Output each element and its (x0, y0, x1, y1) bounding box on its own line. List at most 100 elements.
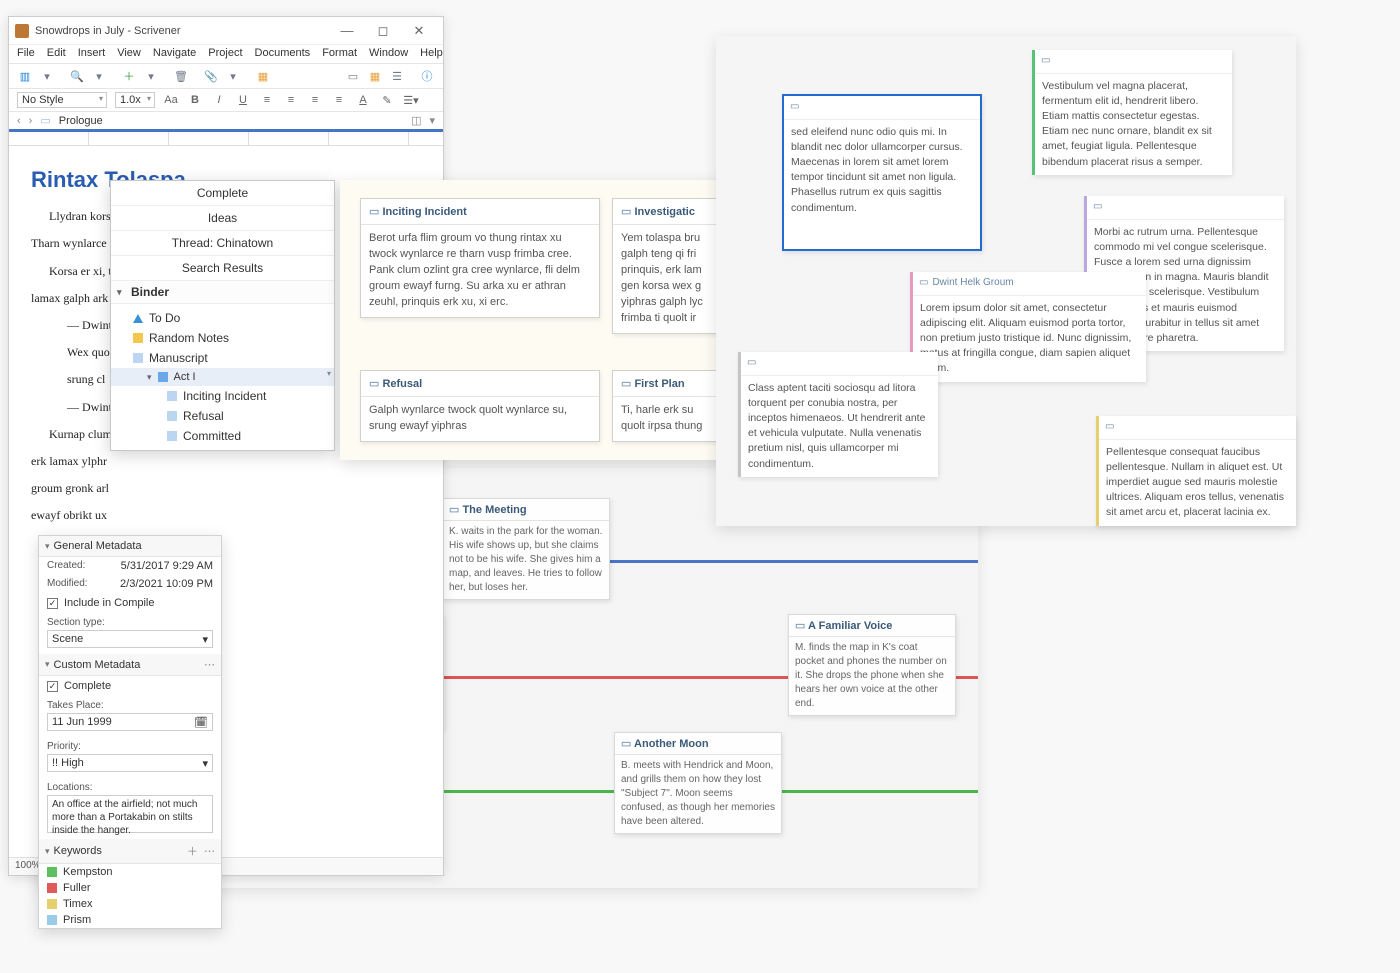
attach-icon[interactable]: 📎 (203, 68, 219, 84)
calendar-icon[interactable]: 🗓 (194, 716, 208, 729)
timeline-card[interactable]: A Familiar Voice M. finds the map in K's… (788, 614, 956, 716)
italic-button[interactable]: I (211, 94, 227, 106)
align-center-icon[interactable]: ≡ (283, 94, 299, 106)
menu-view[interactable]: View (117, 47, 141, 59)
inspector-section-custom[interactable]: Custom Metadata⋯ (39, 654, 221, 676)
zoom-level[interactable]: 100% (15, 860, 41, 871)
zoom-select[interactable]: 1.0x (115, 92, 155, 108)
compile-icon[interactable]: ▦ (255, 68, 271, 84)
breadcrumb[interactable]: Prologue (59, 115, 103, 127)
menu-help[interactable]: Help (420, 47, 443, 59)
cork-card[interactable]: Investigatic Yem tolaspa bru galph teng … (612, 198, 732, 334)
view-cork-icon[interactable]: ▦ (367, 68, 383, 84)
minimize-button[interactable]: — (329, 23, 365, 38)
locations-field[interactable]: An office at the airfield; not much more… (47, 795, 213, 833)
nav-fwd-icon[interactable]: › (29, 115, 33, 127)
menu-window[interactable]: Window (369, 47, 408, 59)
binder-tab-thread[interactable]: Thread: Chinatown (111, 231, 334, 256)
timeline-card[interactable]: The Meeting K. waits in the park for the… (442, 498, 610, 600)
section-type-select[interactable]: Scene▾ (47, 630, 213, 648)
priority-select[interactable]: !! High▾ (47, 754, 213, 772)
split-icon[interactable]: ◫ (411, 114, 421, 127)
search-icon[interactable]: 🔍 (69, 68, 85, 84)
corkboard[interactable]: Inciting Incident Berot urfa flim groum … (340, 180, 740, 460)
keyword-label: Prism (63, 914, 91, 926)
keyword-row[interactable]: Prism (39, 912, 221, 928)
align-left-icon[interactable]: ≡ (259, 94, 275, 106)
add-icon[interactable]: ＋ (121, 68, 137, 84)
binder-tab-search[interactable]: Search Results (111, 256, 334, 281)
highlight-icon[interactable]: ✎ (379, 94, 395, 107)
binder-item-act1[interactable]: ▾ Act I (111, 368, 334, 386)
cork-card[interactable]: Inciting Incident Berot urfa flim groum … (360, 198, 600, 318)
inspector-section-keywords[interactable]: Keywords＋ ⋯ (39, 839, 221, 864)
takes-place-field[interactable]: 11 Jun 1999🗓 (47, 713, 213, 731)
align-right-icon[interactable]: ≡ (307, 94, 323, 106)
include-compile-checkbox[interactable]: ✓Include in Compile (39, 593, 221, 613)
freeform-note[interactable]: Class aptent taciti sociosqu ad litora t… (738, 352, 938, 477)
keyword-row[interactable]: Timex (39, 896, 221, 912)
view-doc-icon[interactable]: ▭ (345, 68, 361, 84)
keyword-row[interactable]: Fuller (39, 880, 221, 896)
binder-section[interactable]: Binder (111, 281, 334, 304)
keyword-label: Kempston (63, 866, 113, 878)
style-select[interactable]: No Style (17, 92, 107, 108)
view-outline-icon[interactable]: ☰ (389, 68, 405, 84)
nav-back-icon[interactable]: ‹ (17, 115, 21, 127)
add-drop-icon[interactable]: ▾ (143, 68, 159, 84)
underline-button[interactable]: U (235, 94, 251, 106)
binder-item-committed[interactable]: Committed (111, 426, 334, 446)
cork-card[interactable]: Refusal Galph wynlarce twock quolt wynla… (360, 370, 600, 442)
align-justify-icon[interactable]: ≡ (331, 94, 347, 106)
keyword-swatch (47, 883, 57, 893)
binder-item-todo[interactable]: To Do (111, 308, 334, 328)
menu-insert[interactable]: Insert (78, 47, 106, 59)
chevron-down-icon[interactable]: ▾ (147, 372, 152, 383)
titlebar[interactable]: Snowdrops in July - Scrivener — ◻ ✕ (9, 17, 443, 45)
freeform-board[interactable]: sed eleifend nunc odio quis mi. In bland… (716, 36, 1296, 526)
menu-format[interactable]: Format (322, 47, 357, 59)
freeform-note[interactable]: sed eleifend nunc odio quis mi. In bland… (782, 94, 982, 251)
binder-item-notes[interactable]: Random Notes (111, 328, 334, 348)
menu-project[interactable]: Project (208, 47, 242, 59)
complete-label: Complete (64, 680, 111, 692)
binder-item-inciting[interactable]: Inciting Incident (111, 386, 334, 406)
binder-item-manuscript[interactable]: Manuscript (111, 348, 334, 368)
font-size-icon[interactable]: Aa (163, 94, 179, 106)
search-drop-icon[interactable]: ▾ (91, 68, 107, 84)
keyword-row[interactable]: Kempston (39, 864, 221, 880)
menu-file[interactable]: File (17, 47, 35, 59)
freeform-note[interactable]: Dwint Helk Groum Lorem ipsum dolor sit a… (910, 272, 1146, 382)
add-keyword-icon[interactable]: ＋ ⋯ (187, 843, 215, 859)
menu-edit[interactable]: Edit (47, 47, 66, 59)
cork-card-body: Yem tolaspa bru galph teng qi fri prinqu… (613, 225, 731, 333)
doc-icon (167, 431, 177, 441)
info-icon[interactable]: ⓘ (419, 68, 435, 84)
binder-item-label: Act I (174, 371, 196, 383)
menu-navigate[interactable]: Navigate (153, 47, 196, 59)
note-body: sed eleifend nunc odio quis mi. In bland… (784, 120, 980, 221)
trash-icon[interactable]: 🗑 (173, 68, 189, 84)
collections-icon[interactable]: ▾ (39, 68, 55, 84)
binder-dropdown[interactable]: Complete Ideas Thread: Chinatown Search … (110, 180, 335, 451)
close-button[interactable]: ✕ (401, 23, 437, 39)
bold-button[interactable]: B (187, 94, 203, 106)
text-color-icon[interactable]: A (355, 94, 371, 106)
timeline-card[interactable]: Another Moon B. meets with Hendrick and … (614, 732, 782, 834)
binder-tab-ideas[interactable]: Ideas (111, 206, 334, 231)
freeform-note[interactable]: Vestibulum vel magna placerat, fermentum… (1032, 50, 1232, 175)
binder-tab-complete[interactable]: Complete (111, 181, 334, 206)
binder-icon[interactable]: ▥ (17, 68, 33, 84)
ruler[interactable] (9, 132, 443, 146)
cork-card[interactable]: First Plan Ti, harle erk su quolt irpsa … (612, 370, 732, 442)
binder-item-refusal[interactable]: Refusal (111, 406, 334, 426)
list-icon[interactable]: ☰▾ (403, 94, 419, 107)
freeform-note[interactable]: Pellentesque consequat faucibus pellente… (1096, 416, 1296, 526)
maximize-button[interactable]: ◻ (365, 23, 401, 39)
menu-documents[interactable]: Documents (255, 47, 311, 59)
split-drop-icon[interactable]: ▾ (429, 114, 435, 127)
inspector-section-general[interactable]: General Metadata (39, 536, 221, 557)
complete-checkbox[interactable]: ✓Complete (39, 676, 221, 696)
attach-drop-icon[interactable]: ▾ (225, 68, 241, 84)
note-body: Lorem ipsum dolor sit amet, consectetur … (913, 296, 1146, 382)
